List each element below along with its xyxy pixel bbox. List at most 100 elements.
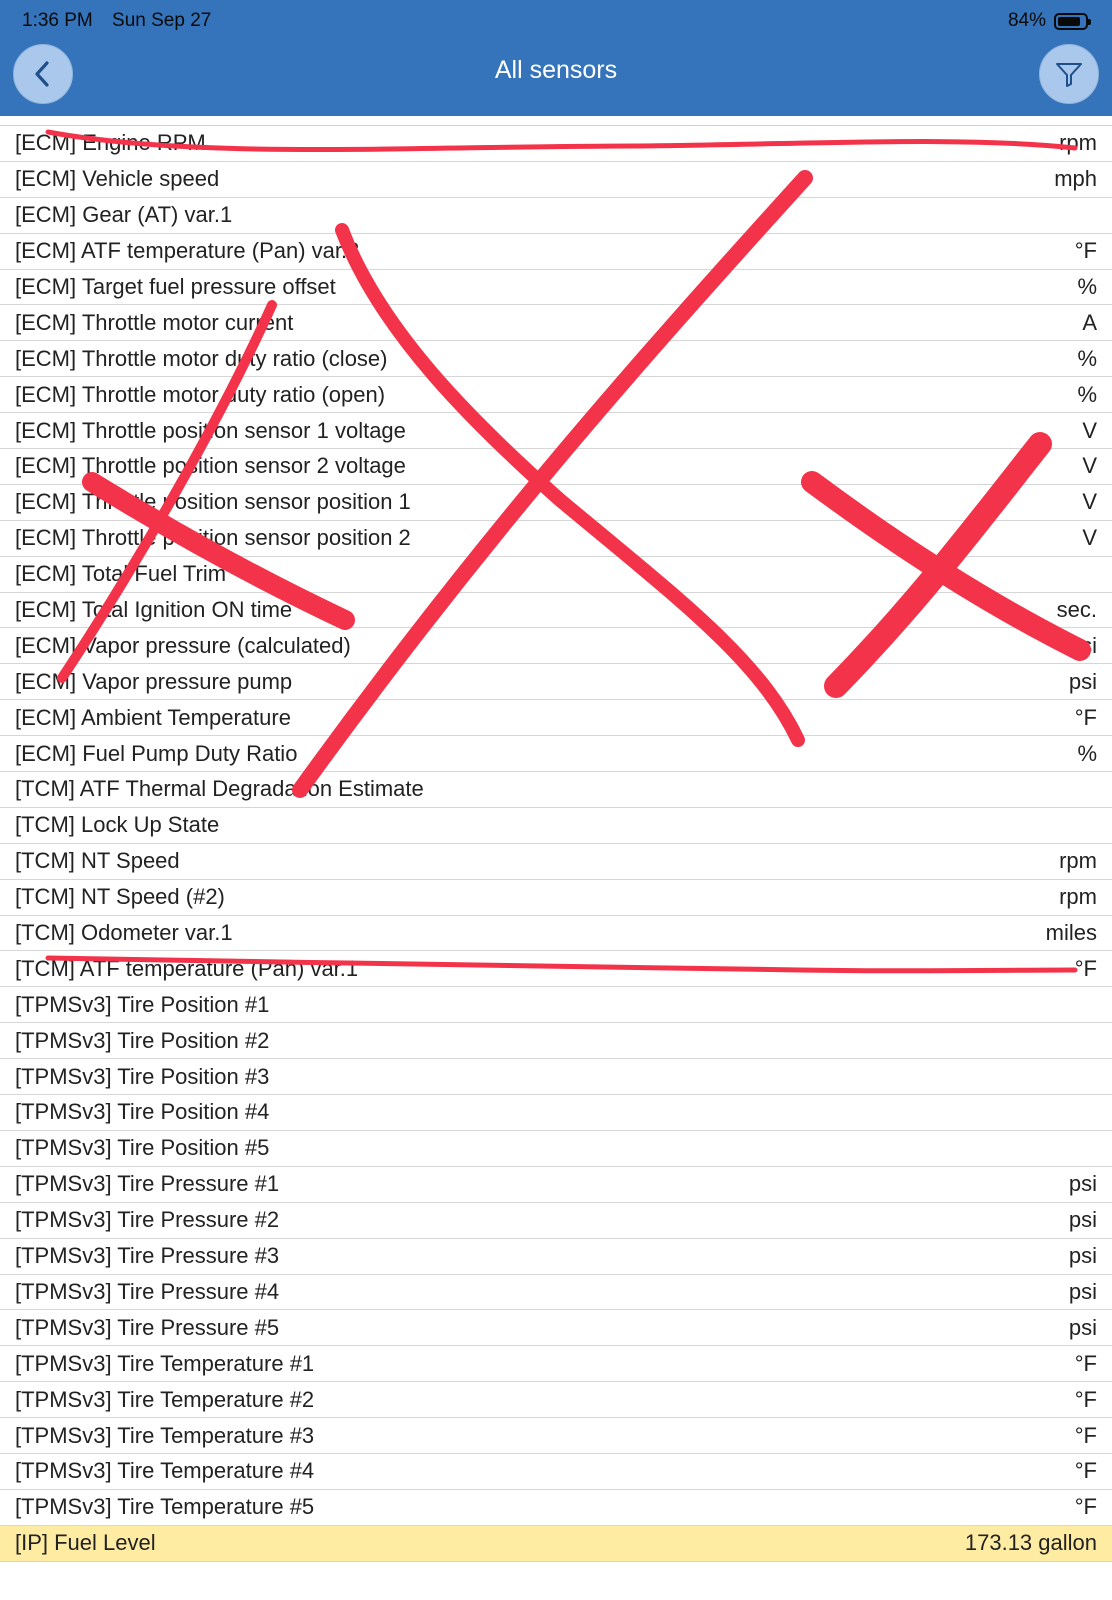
sensor-name: [TPMSv3] Tire Pressure #2 bbox=[15, 1207, 280, 1233]
sensor-row[interactable]: [TPMSv3] Tire Position #5 bbox=[0, 1131, 1112, 1167]
sensor-row[interactable]: [ECM] ATF temperature (Pan) var.3 °F bbox=[0, 234, 1112, 270]
sensor-row[interactable]: [TPMSv3] Tire Temperature #5 °F bbox=[0, 1490, 1112, 1526]
sensor-name: [TPMSv3] Tire Position #5 bbox=[15, 1135, 270, 1161]
sensor-name: [ECM] Throttle motor current bbox=[15, 309, 294, 335]
sensor-row[interactable]: [TPMSv3] Tire Pressure #5 psi bbox=[0, 1310, 1112, 1347]
sensor-list: [ECM] Engine RPM rpm [ECM] Vehicle speed mp… bbox=[0, 116, 1112, 1562]
sensor-unit: rpm bbox=[1059, 884, 1097, 910]
sensor-row[interactable]: [ECM] Total Ignition ON time sec. bbox=[0, 593, 1112, 629]
list-row-partial bbox=[0, 116, 1112, 126]
sensor-unit: % bbox=[1077, 345, 1097, 371]
sensor-unit: sec. bbox=[1056, 597, 1097, 623]
sensor-unit: psi bbox=[1068, 632, 1097, 658]
sensor-name: [TPMSv3] Tire Position #4 bbox=[15, 1099, 270, 1125]
sensor-unit: °F bbox=[1074, 955, 1097, 981]
sensor-name: [ECM] Engine RPM bbox=[15, 130, 206, 156]
sensor-unit: psi bbox=[1068, 668, 1097, 694]
sensor-row[interactable]: [TPMSv3] Tire Pressure #4 psi bbox=[0, 1275, 1112, 1311]
battery-percent: 84% bbox=[1007, 10, 1046, 31]
filter-button[interactable] bbox=[1039, 44, 1099, 104]
sensor-unit: psi bbox=[1068, 1243, 1097, 1269]
sensor-row[interactable]: [ECM] Target fuel pressure offset% bbox=[0, 270, 1112, 306]
sensor-name: [ECM] Total Ignition ON time bbox=[15, 597, 293, 623]
sensor-row[interactable]: [ECM] Vapor pressure (calculated) psi bbox=[0, 628, 1112, 665]
sensor-name: [TPMSv3] Tire Pressure #4 bbox=[15, 1278, 280, 1304]
sensor-row[interactable]: [ECM] Throttle position sensor position … bbox=[0, 485, 1112, 521]
sensor-row[interactable]: [ECM] Throttle position sensor position … bbox=[0, 521, 1112, 557]
sensor-name: [TPMSv3] Tire Temperature #3 bbox=[15, 1422, 315, 1448]
sensor-row[interactable]: [ECM] Engine RPM rpm bbox=[0, 126, 1112, 162]
sensor-name: [TCM] NT Speed bbox=[15, 848, 180, 874]
sensor-name: [ECM] Throttle motor duty ratio (open) bbox=[15, 381, 386, 407]
sensor-row[interactable]: [TPMSv3] Tire Position #3 bbox=[0, 1059, 1112, 1096]
sensor-name: [ECM] Throttle position sensor 1 voltage bbox=[15, 417, 406, 443]
sensor-row[interactable]: [ECM] Throttle position sensor 1 voltage… bbox=[0, 413, 1112, 450]
sensor-row[interactable]: [ECM] Ambient Temperature °F bbox=[0, 700, 1112, 737]
sensor-row[interactable]: [TPMSv3] Tire Temperature #2 °F bbox=[0, 1382, 1112, 1419]
sensor-row[interactable]: [TCM] NT Speed (#2) rpm bbox=[0, 880, 1112, 916]
sensor-name: [ECM] Vehicle speed bbox=[15, 166, 220, 192]
filter-icon bbox=[1056, 63, 1082, 87]
sensor-unit: °F bbox=[1074, 1386, 1097, 1412]
sensor-row[interactable]: [TCM] Odometer var.1 miles bbox=[0, 916, 1112, 952]
sensor-unit: V bbox=[1082, 489, 1097, 515]
sensor-row[interactable]: [TPMSv3] Tire Position #4 bbox=[0, 1095, 1112, 1131]
sensor-unit: psi bbox=[1068, 1314, 1097, 1340]
sensor-row[interactable]: [ECM] Throttle motor current A bbox=[0, 305, 1112, 342]
sensor-unit: 173.13 gallon bbox=[964, 1530, 1097, 1556]
sensor-name: [TPMSv3] Tire Temperature #4 bbox=[15, 1458, 315, 1484]
sensor-name: [IP] Fuel Level bbox=[15, 1530, 156, 1556]
sensor-name: [TCM] NT Speed (#2) bbox=[15, 884, 225, 910]
sensor-name: [TCM] Lock Up State bbox=[15, 812, 220, 838]
sensor-unit: V bbox=[1082, 525, 1097, 551]
sensor-name: [TPMSv3] Tire Pressure #1 bbox=[15, 1171, 280, 1197]
sensor-row[interactable]: [ECM] Vehicle speed mph bbox=[0, 162, 1112, 198]
sensor-unit: rpm bbox=[1059, 130, 1097, 156]
battery-icon bbox=[1054, 12, 1091, 30]
sensor-row[interactable]: [IP] Fuel Level 173.13 gallon bbox=[0, 1525, 1112, 1562]
sensor-row[interactable]: [TPMSv3] Tire Pressure #1 psi bbox=[0, 1167, 1112, 1203]
sensor-unit: °F bbox=[1074, 1422, 1097, 1448]
sensor-unit: °F bbox=[1074, 238, 1097, 264]
sensor-name: [ECM] Throttle position sensor position … bbox=[15, 489, 411, 515]
sensor-row[interactable]: [TPMSv3] Tire Temperature #1 °F bbox=[0, 1346, 1112, 1383]
sensor-name: [ECM] Fuel Pump Duty Ratio bbox=[15, 740, 298, 766]
sensor-name: [ECM] Ambient Temperature bbox=[15, 704, 291, 730]
sensor-name: [TCM] Odometer var.1 bbox=[15, 920, 233, 946]
sensor-unit: °F bbox=[1074, 1494, 1097, 1520]
sensor-name: [ECM] Throttle position sensor position … bbox=[15, 525, 411, 551]
sensor-name: [TPMSv3] Tire Temperature #2 bbox=[15, 1386, 315, 1412]
sensor-row[interactable]: [ECM] Throttle position sensor 2 voltage… bbox=[0, 449, 1112, 485]
sensor-row[interactable]: [TCM] ATF temperature (Pan) var.1 °F bbox=[0, 951, 1112, 988]
sensor-row[interactable]: [ECM] Throttle motor duty ratio (open)% bbox=[0, 377, 1112, 414]
sensor-row[interactable]: [TPMSv3] Tire Pressure #3 psi bbox=[0, 1239, 1112, 1275]
status-bar-right: 84% bbox=[1007, 10, 1091, 32]
sensor-row[interactable]: [TPMSv3] Tire Temperature #4 °F bbox=[0, 1454, 1112, 1490]
sensor-name: [TPMSv3] Tire Temperature #5 bbox=[15, 1494, 315, 1520]
sensor-row[interactable]: [ECM] Throttle motor duty ratio (close)% bbox=[0, 341, 1112, 378]
sensor-unit: psi bbox=[1068, 1171, 1097, 1197]
sensor-row[interactable]: [TCM] NT Speed rpm bbox=[0, 844, 1112, 880]
sensor-row[interactable]: [TCM] ATF Thermal Degradation Estimate bbox=[0, 772, 1112, 808]
sensor-unit: rpm bbox=[1059, 848, 1097, 874]
sensor-unit: psi bbox=[1068, 1278, 1097, 1304]
sensor-name: [ECM] Throttle motor duty ratio (close) bbox=[15, 345, 388, 371]
sensor-row[interactable]: [TPMSv3] Tire Temperature #3 °F bbox=[0, 1418, 1112, 1454]
sensor-row[interactable]: [ECM] Fuel Pump Duty Ratio% bbox=[0, 736, 1112, 773]
sensor-unit: °F bbox=[1074, 1350, 1097, 1376]
sensor-row[interactable]: [ECM] Gear (AT) var.1 bbox=[0, 198, 1112, 234]
sensor-name: [TPMSv3] Tire Position #3 bbox=[15, 1063, 270, 1089]
sensor-row[interactable]: [TCM] Lock Up State bbox=[0, 808, 1112, 844]
sensor-name: [ECM] Total Fuel Trim bbox=[15, 561, 227, 587]
status-bar-left: 1:36 PM Sun Sep 27 bbox=[22, 10, 225, 32]
sensor-name: [ECM] Gear (AT) var.1 bbox=[15, 202, 233, 228]
sensor-row[interactable]: [TPMSv3] Tire Position #2 bbox=[0, 1023, 1112, 1060]
sensor-row[interactable]: [TPMSv3] Tire Pressure #2 psi bbox=[0, 1203, 1112, 1239]
sensor-name: [ECM] Target fuel pressure offset bbox=[15, 274, 336, 299]
sensor-name: [ECM] Vapor pressure (calculated) bbox=[15, 632, 351, 658]
sensor-unit: % bbox=[1077, 381, 1097, 407]
sensor-row[interactable]: [TPMSv3] Tire Position #1 bbox=[0, 987, 1112, 1024]
sensor-row[interactable]: [ECM] Vapor pressure pump psi bbox=[0, 664, 1112, 701]
sensor-unit: A bbox=[1082, 309, 1097, 335]
sensor-row[interactable]: [ECM] Total Fuel Trim bbox=[0, 557, 1112, 593]
